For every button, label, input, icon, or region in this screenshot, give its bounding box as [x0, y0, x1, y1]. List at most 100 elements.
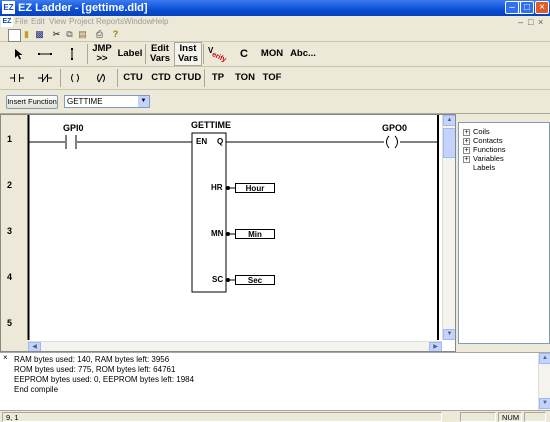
save-icon[interactable]: ▩ — [34, 29, 45, 40]
app-icon[interactable]: EZ — [2, 1, 15, 14]
min-variable[interactable]: Min — [235, 229, 275, 239]
function-block-label: GETTIME — [191, 120, 231, 130]
expand-icon[interactable]: + — [463, 128, 470, 136]
expand-icon[interactable]: + — [463, 146, 470, 154]
tree-item-functions[interactable]: + Functions — [463, 145, 506, 154]
output-pane: × RAM bytes used: 140, RAM bytes left: 3… — [0, 352, 550, 410]
tree-item-variables[interactable]: + Variables — [463, 154, 504, 163]
mdi-close-icon[interactable]: × — [538, 16, 543, 28]
scroll-thumb[interactable] — [443, 128, 455, 158]
monitor-button[interactable]: MON — [258, 42, 286, 66]
function-select-value: GETTIME — [67, 97, 103, 106]
contact-gpi0[interactable] — [64, 134, 78, 150]
cut-icon[interactable]: ✂ — [51, 29, 62, 40]
minimize-icon[interactable]: – — [505, 1, 519, 14]
sec-variable[interactable]: Sec — [235, 275, 275, 285]
pointer-tool-button[interactable] — [8, 42, 30, 66]
output-line: ROM bytes used: 775, ROM bytes left: 647… — [14, 365, 176, 374]
ctud-button[interactable]: CTUD — [174, 67, 202, 89]
no-contact-button[interactable] — [6, 67, 28, 89]
insert-function-button[interactable]: Insert Function — [6, 95, 58, 109]
text-annotation-button[interactable]: Abc... — [288, 42, 318, 66]
standard-toolbar: ▮ ▩ ✂ ⧉ ▤ ⎙ ? — [0, 28, 550, 42]
tree-item-labels[interactable]: Labels — [473, 163, 495, 172]
vertical-line-icon — [71, 48, 73, 60]
status-pane — [524, 412, 546, 422]
compile-button[interactable]: C — [232, 42, 256, 66]
num-lock-indicator: NUM — [498, 412, 522, 422]
menu-project[interactable]: Project — [69, 16, 94, 28]
horizontal-line-icon — [38, 53, 52, 55]
menu-help[interactable]: Help — [152, 16, 168, 28]
ctd-button[interactable]: CTD — [147, 67, 175, 89]
mdi-minimize-icon[interactable]: – — [518, 16, 523, 28]
inst-vars-button[interactable]: Inst Vars — [174, 42, 202, 66]
function-select[interactable]: GETTIME ▼ — [64, 95, 150, 108]
svg-text:erify: erify — [211, 51, 227, 64]
project-tree-panel: + Coils + Contacts + Functions + Variables L… — [458, 114, 550, 352]
normally-open-contact-icon — [10, 74, 24, 82]
edit-vars-button[interactable]: Edit Vars — [146, 42, 174, 66]
output-line: RAM bytes used: 140, RAM bytes left: 395… — [14, 355, 170, 364]
scroll-left-icon[interactable]: ◀ — [28, 342, 41, 351]
help-icon[interactable]: ? — [110, 29, 121, 40]
cursor-position: 9, 1 — [2, 412, 442, 422]
pointer-icon — [15, 49, 23, 60]
pin-hr: HR — [211, 183, 223, 192]
chevron-down-icon[interactable]: ▼ — [138, 96, 149, 107]
paste-icon[interactable]: ▤ — [77, 29, 88, 40]
expand-icon[interactable]: + — [463, 155, 470, 163]
label-button[interactable]: Label — [116, 42, 144, 66]
scroll-right-icon[interactable]: ▶ — [429, 342, 442, 351]
output-line: EEPROM bytes used: 0, EEPROM bytes left:… — [14, 375, 195, 384]
expand-icon[interactable]: + — [463, 137, 470, 145]
gettime-function-block[interactable] — [192, 133, 226, 292]
hline-tool-button[interactable] — [34, 42, 56, 66]
pin-en: EN — [196, 137, 208, 146]
coil-label: GPO0 — [382, 123, 408, 133]
tof-button[interactable]: TOF — [259, 67, 285, 89]
tp-button[interactable]: TP — [205, 67, 231, 89]
project-tree[interactable]: + Coils + Contacts + Functions + Variables L… — [458, 122, 550, 344]
menu-window[interactable]: Window — [124, 16, 152, 28]
nc-contact-button[interactable] — [34, 67, 56, 89]
scroll-down-icon[interactable]: ▼ — [539, 398, 550, 409]
inverted-coil-button[interactable] — [90, 67, 112, 89]
menu-view[interactable]: View — [49, 16, 66, 28]
print-icon[interactable]: ⎙ — [94, 29, 105, 40]
copy-icon[interactable]: ⧉ — [64, 29, 75, 40]
verify-button[interactable]: V erify — [204, 42, 230, 66]
pin-q: Q — [217, 137, 224, 146]
menu-file[interactable]: File — [15, 16, 28, 28]
coil-button[interactable] — [64, 67, 86, 89]
jmp-button[interactable]: JMP >> — [89, 42, 115, 66]
output-line: End compile — [14, 385, 59, 394]
ladder-horizontal-scrollbar[interactable]: ◀ ▶ — [28, 341, 442, 351]
scroll-up-icon[interactable]: ▲ — [443, 115, 455, 126]
tree-item-coils[interactable]: + Coils — [463, 127, 490, 136]
mdi-icon[interactable]: EZ — [1, 16, 13, 27]
open-folder-icon[interactable]: ▮ — [21, 29, 32, 40]
coil-gpo0[interactable] — [383, 134, 401, 150]
output-vertical-scrollbar[interactable]: ▲ ▼ — [538, 353, 550, 410]
title-bar[interactable]: EZ EZ Ladder - [gettime.dld] _ – □ × — [0, 0, 550, 16]
close-icon[interactable]: × — [3, 353, 8, 362]
ton-button[interactable]: TON — [231, 67, 259, 89]
coil-icon — [71, 73, 79, 83]
ctu-button[interactable]: CTU — [119, 67, 147, 89]
menu-edit[interactable]: Edit — [31, 16, 45, 28]
verify-icon: V erify — [208, 46, 227, 64]
hour-variable[interactable]: Hour — [235, 183, 275, 193]
menu-reports[interactable]: Reports — [96, 16, 124, 28]
new-file-icon[interactable] — [8, 29, 21, 42]
ladder-diagram[interactable]: 1 2 3 4 5 GPI0 GETTIME GPO0 EN Q HR MN S… — [0, 114, 456, 352]
vline-tool-button[interactable] — [62, 42, 82, 66]
maximize-button[interactable]: □ — [520, 1, 534, 14]
ladder-vertical-scrollbar[interactable]: ▲ ▼ — [442, 115, 455, 340]
scroll-down-icon[interactable]: ▼ — [443, 329, 455, 340]
menu-bar: EZ File Edit View Project Reports Window… — [0, 16, 550, 28]
scroll-up-icon[interactable]: ▲ — [539, 353, 550, 364]
tree-item-contacts[interactable]: + Contacts — [463, 136, 503, 145]
mdi-restore-icon[interactable]: □ — [528, 16, 533, 28]
close-button[interactable]: × — [535, 1, 549, 14]
